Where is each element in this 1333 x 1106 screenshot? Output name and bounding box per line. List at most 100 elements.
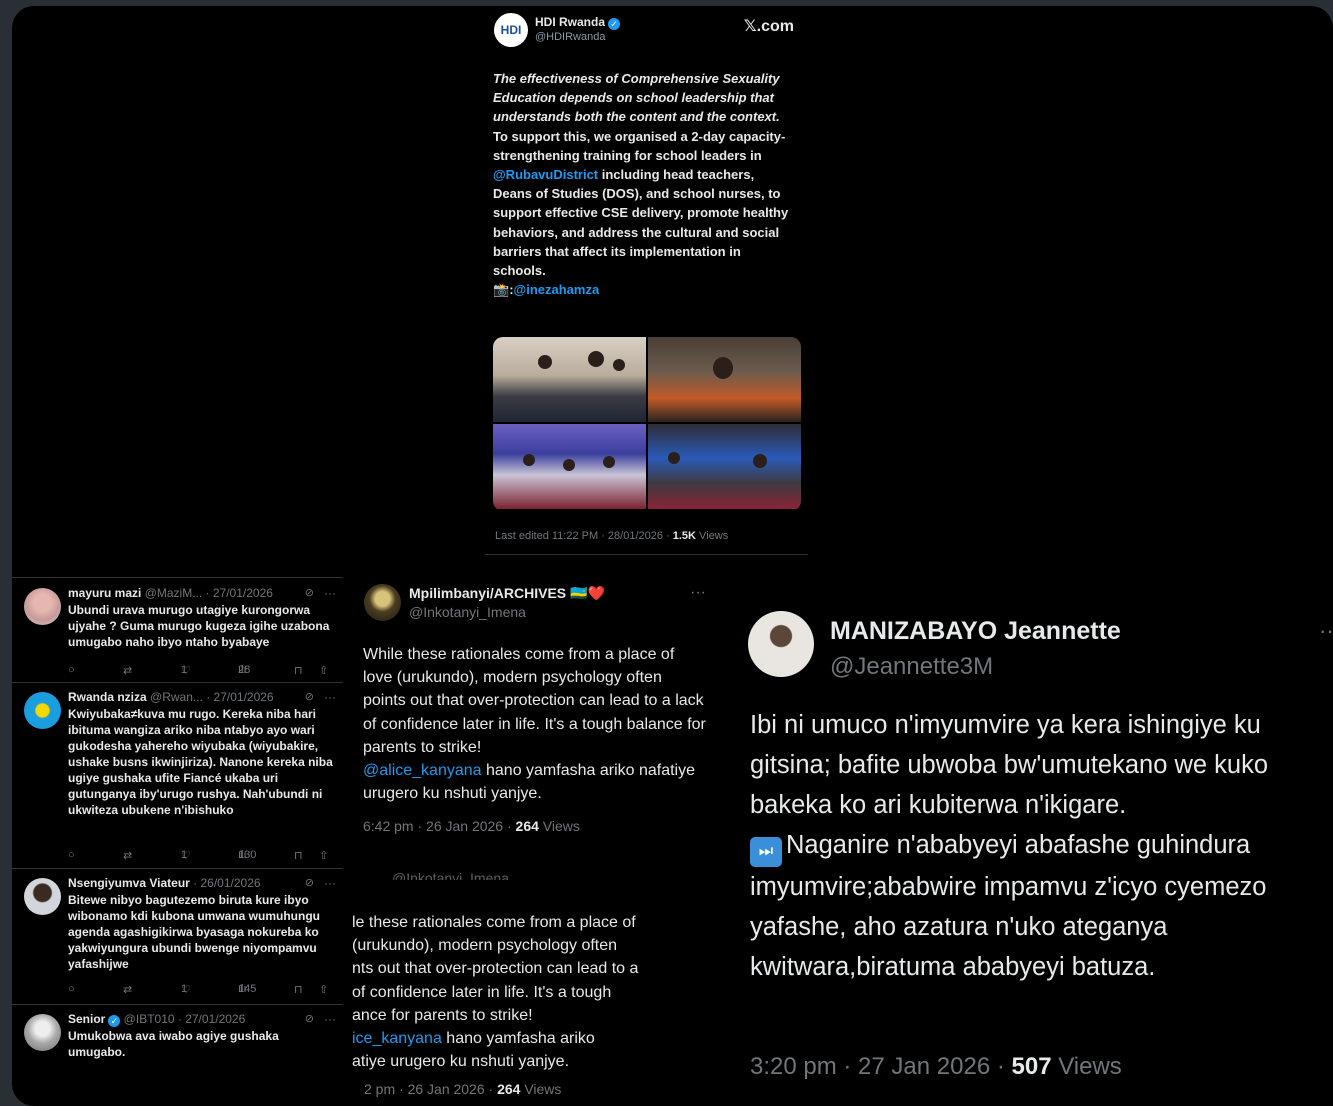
reply-author[interactable]: Senior [68,1012,105,1026]
crop-line: of confidence later in life. It's a toug… [352,983,612,1001]
author-name-text: HDI Rwanda [535,15,606,29]
archives-tweet-crop: @Inkotanyi_Imena le these rationales com… [352,868,712,1106]
screenshot-collage: HDI HDI Rwanda ✓ @HDIRwanda 𝕏.com The eff… [12,6,1333,1106]
reply-text: Kwiyubaka≠kuva mu rugo. Kereka niba hari… [68,707,333,817]
share-icon[interactable]: ⇧ [319,849,328,862]
author-name[interactable]: MANIZABAYO Jeannette [830,617,1121,646]
crop-line: ice_kanyana hano yamfasha ariko [352,1030,595,1048]
reply-icon[interactable]: ○ [68,849,75,861]
reply-actions: ○ ⇄ ♡ 1 ılı 130 ⊓ ⇧ [68,849,329,862]
verified-badge-icon: ✓ [608,18,621,30]
more-icon[interactable]: ··· [324,586,336,600]
avatar[interactable] [24,588,61,625]
photo-4[interactable] [648,424,801,509]
views-label: Views [696,530,729,542]
camera-icon: 📸 [493,282,510,298]
tweet-text-part1: While these rationales come from a place… [363,646,706,756]
avatar[interactable] [24,692,61,729]
tweet-body: The effectiveness of Comprehensive Sexua… [493,69,793,299]
more-icon[interactable]: ··· [324,1012,336,1026]
tweet-timestamp: 2 pm · 26 Jan 2026 · [364,1081,498,1097]
more-icon[interactable]: ··· [324,690,336,704]
avatar[interactable] [364,584,401,621]
reply-meta: · 26/01/2026 [189,876,261,890]
photo-1[interactable] [493,337,646,422]
share-icon[interactable]: ⇧ [319,664,328,677]
hdi-tweet-card[interactable]: HDI HDI Rwanda ✓ @HDIRwanda 𝕏.com The eff… [485,6,808,555]
author-handle[interactable]: @Inkotanyi_Imena [409,604,526,620]
share-icon[interactable]: ⇧ [319,983,328,996]
avatar[interactable] [24,878,61,915]
reply-header: Rwanda nziza @Rwan... · 27/01/2026 ⊘ ··· [68,690,336,704]
tweet-timestamp: Last edited 11:22 PM · 28/01/2026 · [495,530,673,542]
reply-item[interactable]: Rwanda nziza @Rwan... · 27/01/2026 ⊘ ··· … [12,682,343,869]
tweet-text-part1: Ibi ni umuco n'imyumvire ya kera ishingi… [750,711,1269,819]
reply-header: mayuru mazi @MaziM... · 27/01/2026 ⊘ ··· [68,586,336,600]
reply-author[interactable]: mayuru mazi [68,586,141,600]
hdi-avatar[interactable]: HDI [494,13,528,47]
retweet-icon[interactable]: ⇄ [123,983,132,996]
reply-header: Senior ✓ @IBT010 · 27/01/2026 ⊘ ··· [68,1012,336,1027]
photo-grid[interactable] [493,337,801,511]
reply-meta: @Rwan... · 27/01/2026 [146,690,274,704]
author-handle[interactable]: @Jeannette3M [830,653,993,681]
photo-credit-mention[interactable]: @inezahamza [514,282,600,297]
reply-icon[interactable]: ○ [68,983,75,995]
crop-line: ance for parents to strike! [352,1006,533,1024]
mention-link[interactable]: ice_kanyana [352,1030,442,1047]
reply-item[interactable]: Senior ✓ @IBT010 · 27/01/2026 ⊘ ··· Umukob… [12,1004,343,1072]
reply-item[interactable]: mayuru mazi @MaziM... · 27/01/2026 ⊘ ··· … [12,578,343,683]
reply-list: mayuru mazi @MaziM... · 27/01/2026 ⊘ ··· … [12,577,343,1073]
x-logo-icon[interactable]: 𝕏.com [744,16,794,36]
tweet-italic-text: The effectiveness of Comprehensive Sexua… [493,71,780,125]
author-name[interactable]: Mpilimbanyi/ARCHIVES 🇷🇼❤️ [409,585,605,602]
reply-header: Nsengiyumva Viateur · 26/01/2026 ⊘ ··· [68,876,336,890]
mention-link[interactable]: @alice_kanyana [363,762,482,779]
flag-heart-icon: 🇷🇼❤️ [570,585,605,601]
reply-author[interactable]: Rwanda nziza [68,690,147,704]
reply-text: Bitewe nibyo bagutezemo biruta kure ibyo… [68,893,320,971]
retweet-icon[interactable]: ⇄ [123,849,132,862]
archives-tweet-card[interactable]: Mpilimbanyi/ARCHIVES 🇷🇼❤️ @Inkotanyi_Ime… [352,578,712,848]
manizabayo-tweet-card[interactable]: MANIZABAYO Jeannette @Jeannette3M ··· Ib… [738,592,1333,1106]
avatar[interactable] [748,611,814,677]
views-label: Views [520,1081,562,1097]
views-label: Views [538,818,580,834]
tweet-meta: 3:20 pm · 27 Jan 2026 · 507 Views [750,1053,1122,1081]
tweet-timestamp: 6:42 pm · 26 Jan 2026 · [363,818,516,834]
grok-icon[interactable]: ⊘ [305,586,314,599]
hdi-handle[interactable]: @HDIRwanda [535,31,605,43]
fast-forward-icon: ⏭ [750,837,782,867]
reply-author[interactable]: Nsengiyumva Viateur [68,876,190,890]
reply-icon[interactable]: ○ [68,664,75,676]
more-icon[interactable]: ··· [324,876,336,890]
reply-meta: @MaziM... · 27/01/2026 [141,586,273,600]
author-handle-fragment: @Inkotanyi_Imena [392,870,509,880]
hdi-author-name[interactable]: HDI Rwanda ✓ [535,15,621,30]
verified-badge-icon: ✓ [108,1015,121,1027]
mention-link[interactable]: @RubavuDistrict [493,167,598,182]
views-label: Views [1051,1053,1122,1080]
bookmark-icon[interactable]: ⊓ [294,849,303,862]
reply-meta: @IBT010 · 27/01/2026 [120,1012,246,1026]
crop-line: (urukundo), modern psychology often [352,937,618,955]
crop-line: atiye urugero ku nshuti yanjye. [352,1053,570,1071]
reply-text: Umukobwa ava iwabo agiye gushaka umugabo… [68,1029,279,1059]
more-icon[interactable]: ··· [1319,618,1333,644]
tweet-body: While these rationales come from a place… [363,643,708,805]
avatar[interactable] [24,1014,61,1051]
bookmark-icon[interactable]: ⊓ [294,664,303,677]
photo-3[interactable] [493,424,646,509]
grok-icon[interactable]: ⊘ [305,1012,314,1025]
photo-2[interactable] [648,337,801,422]
retweet-icon[interactable]: ⇄ [123,664,132,677]
more-icon[interactable]: ··· [690,584,706,602]
grok-icon[interactable]: ⊘ [305,876,314,889]
reply-item[interactable]: Nsengiyumva Viateur · 26/01/2026 ⊘ ··· Bi… [12,868,343,1005]
tweet-meta: 2 pm · 26 Jan 2026 · 264 Views [364,1081,561,1097]
crop-line: le these rationales come from a place of [352,914,636,931]
bookmark-icon[interactable]: ⊓ [294,983,303,996]
grok-icon[interactable]: ⊘ [305,690,314,703]
tweet-text-part1: To support this, we organised a 2-day ca… [493,128,786,163]
tweet-body-crop: le these rationales come from a place of… [352,911,698,1073]
